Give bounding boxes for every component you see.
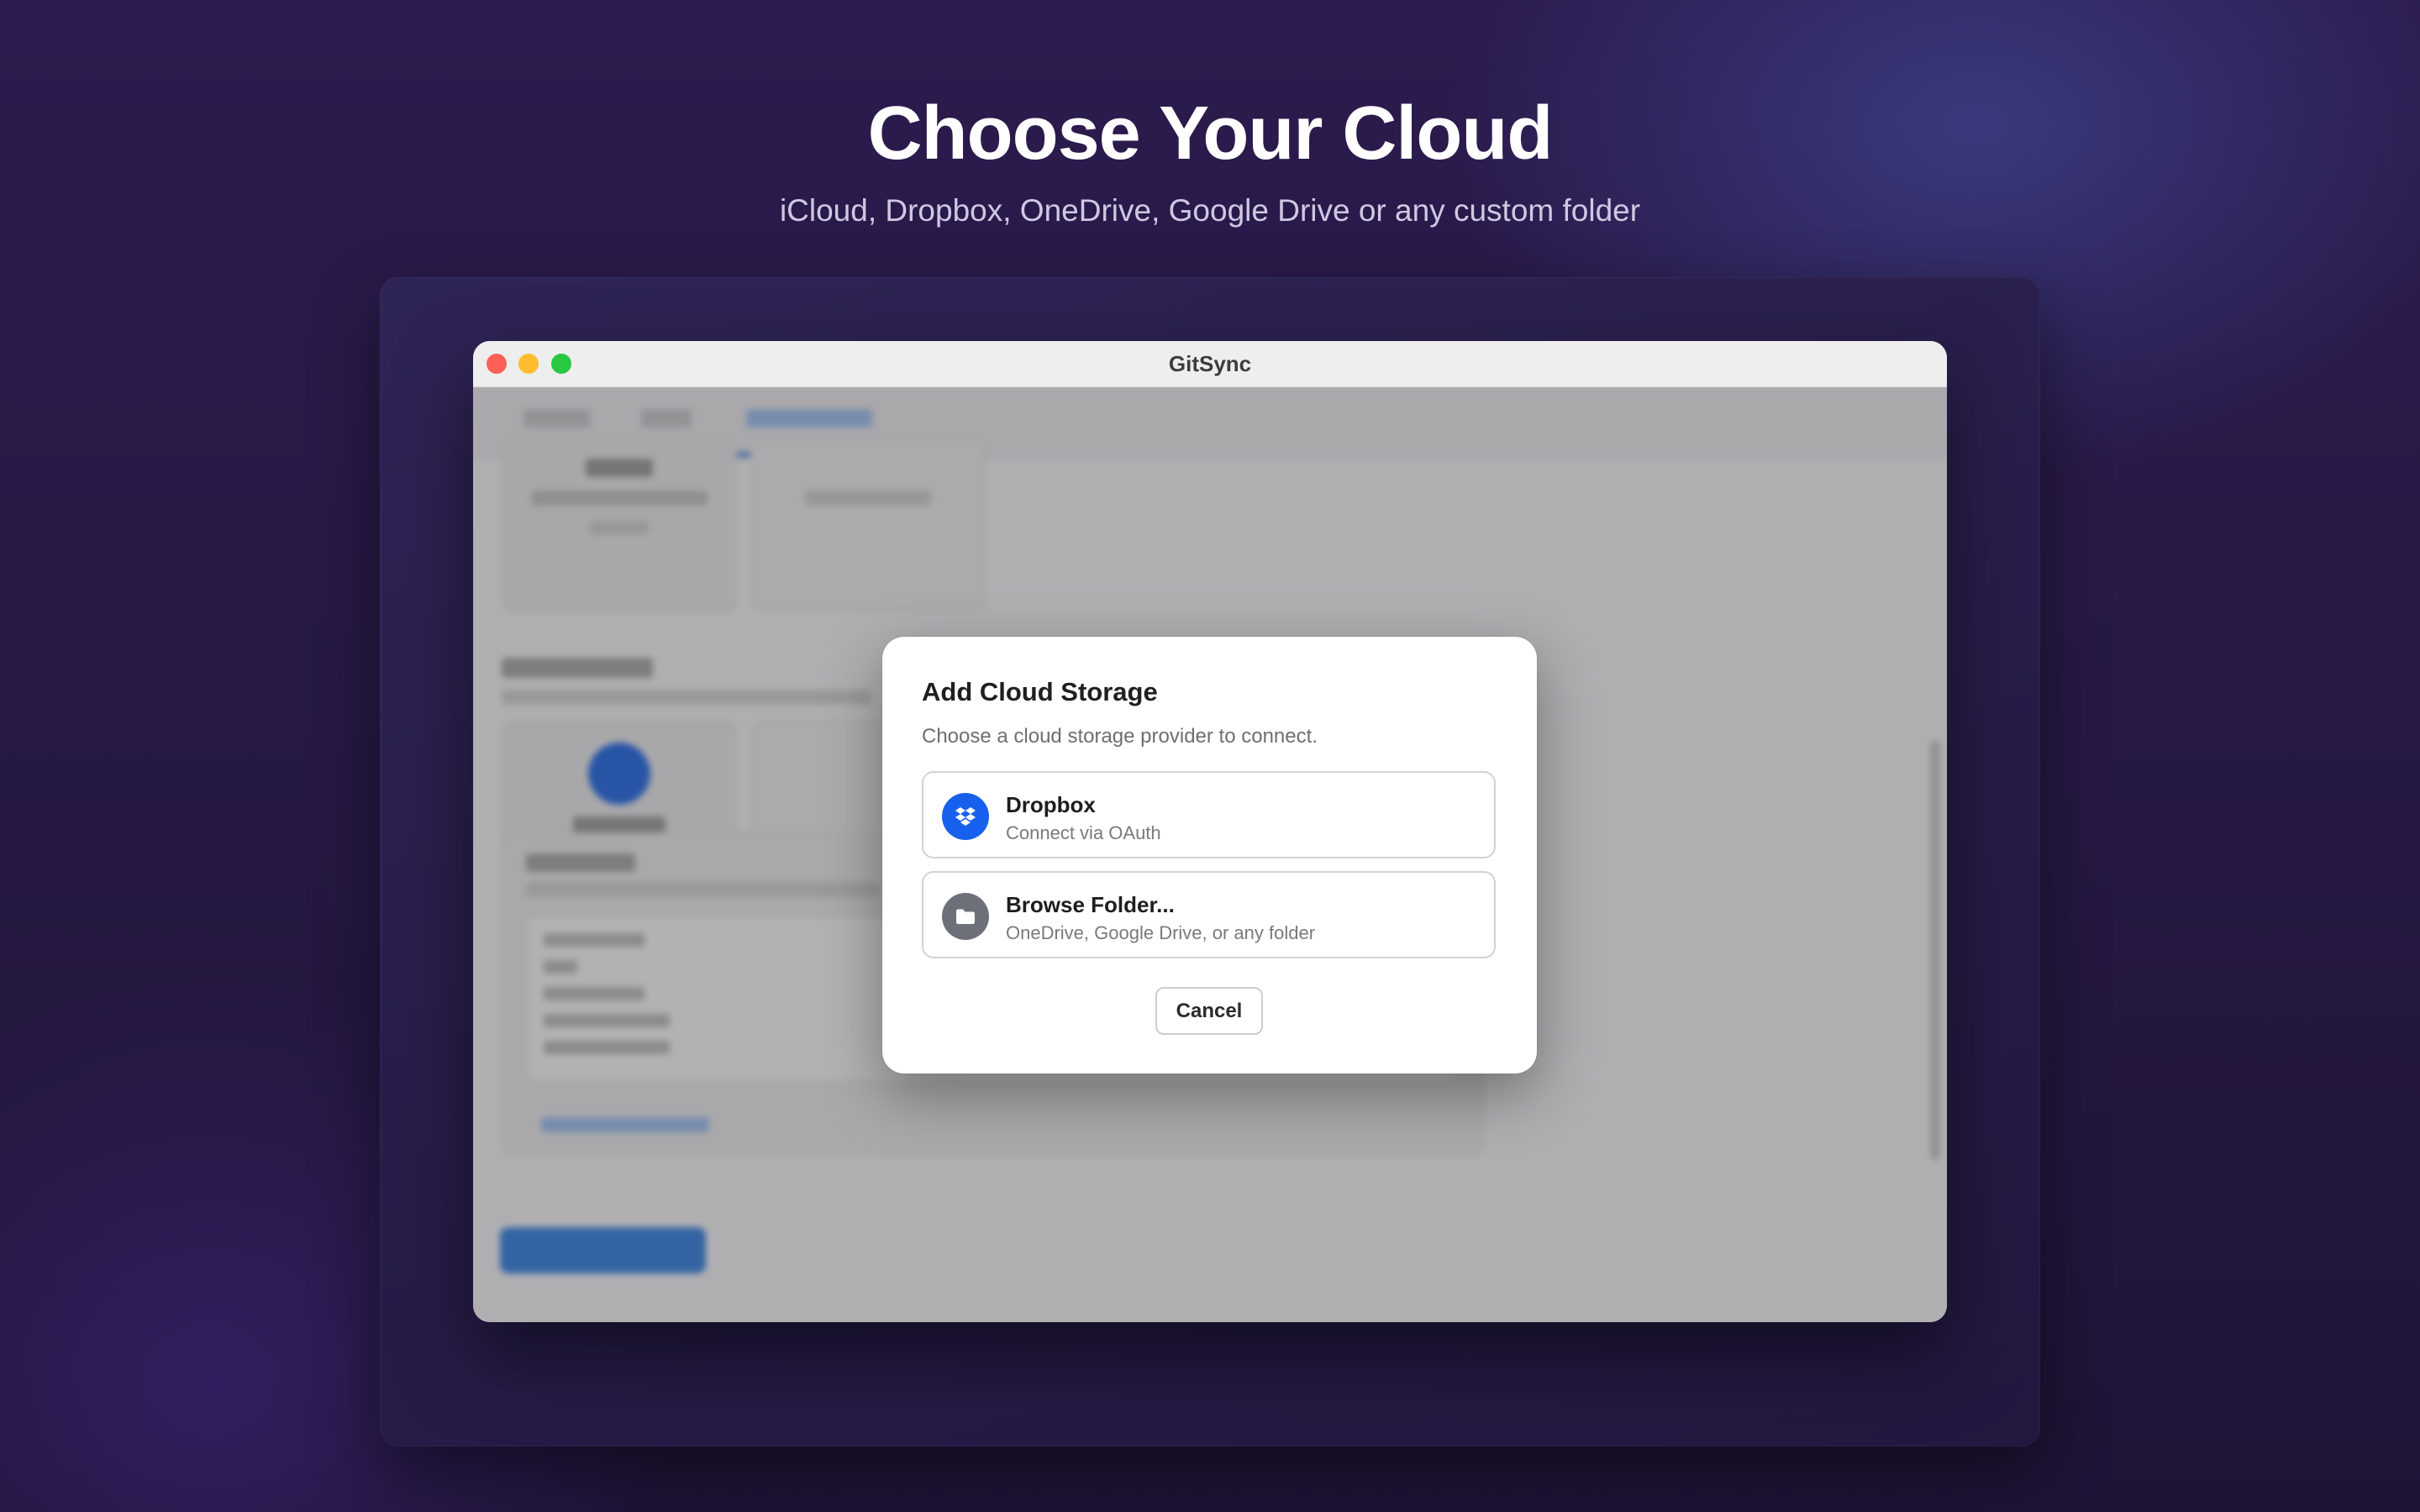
add-cloud-storage-dialog: Add Cloud Storage Choose a cloud storage… — [882, 637, 1537, 1074]
browse-folder-option[interactable]: Browse Folder... OneDrive, Google Drive,… — [922, 871, 1496, 958]
dialog-subtitle: Choose a cloud storage provider to conne… — [922, 725, 1318, 748]
browse-folder-option-name: Browse Folder... — [1006, 892, 1175, 917]
folder-icon — [942, 893, 989, 940]
window-titlebar[interactable]: GitSync — [473, 341, 1947, 387]
cancel-button[interactable]: Cancel — [1155, 987, 1263, 1035]
dropbox-option[interactable]: Dropbox Connect via OAuth — [922, 771, 1496, 858]
hero-subtitle: iCloud, Dropbox, OneDrive, Google Drive … — [779, 193, 1641, 228]
dropbox-option-description: Connect via OAuth — [1006, 822, 1161, 843]
browse-folder-option-description: OneDrive, Google Drive, or any folder — [1006, 922, 1316, 943]
dropbox-option-name: Dropbox — [1006, 792, 1096, 817]
window-title: GitSync — [1168, 351, 1252, 376]
dialog-title: Add Cloud Storage — [922, 677, 1158, 706]
dropbox-icon — [942, 793, 989, 840]
hero-title: Choose Your Cloud — [867, 92, 1554, 176]
